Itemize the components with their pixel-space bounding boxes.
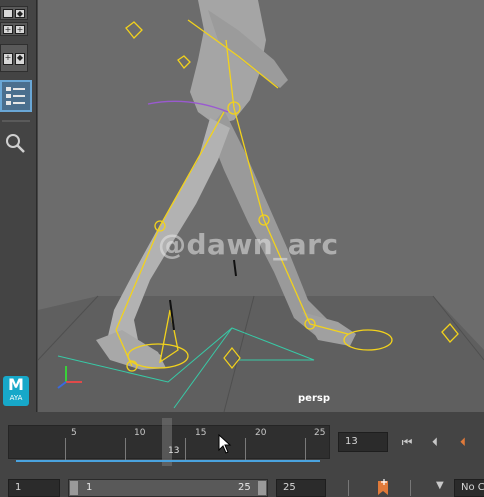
search-icon[interactable] [4, 132, 28, 156]
range-end-label: 25 [238, 482, 251, 493]
timeline-tick-label: 10 [134, 428, 146, 438]
mouse-cursor-icon [218, 434, 232, 454]
maya-logo-subtext: AYA [9, 394, 23, 402]
step-back-frame-button[interactable]: ⏴ [454, 433, 472, 451]
toolbox: ◆ + + + ◆ M AYA [0, 0, 37, 412]
plus-cell-icon: + [3, 53, 13, 65]
timeline-tick-label: 20 [255, 428, 267, 438]
timeline-tick [185, 438, 186, 460]
timeline-tick [125, 438, 126, 460]
plus-cell-icon: + [3, 25, 13, 34]
chevron-down-icon[interactable]: ▼ [436, 480, 444, 491]
range-start-handle[interactable] [70, 481, 78, 495]
toolbox-divider [2, 120, 30, 122]
go-to-start-button[interactable]: ⏮ [398, 433, 416, 451]
plus-cell-icon: + [15, 25, 25, 34]
maya-logo-letter: M [8, 375, 24, 394]
range-end-handle[interactable] [258, 481, 266, 495]
range-start-label: 1 [86, 482, 93, 493]
scene-render [38, 0, 484, 412]
watermark: @dawn_arc [158, 228, 339, 261]
current-frame-field[interactable]: 13 [338, 432, 388, 452]
current-time-indicator[interactable] [162, 418, 172, 466]
current-frame-label: 13 [168, 446, 180, 456]
timeline-tick-label: 5 [71, 428, 77, 438]
timeline-tick [305, 438, 306, 460]
animation-start-field[interactable]: 1 [8, 479, 60, 497]
timeline-tick-label: 15 [195, 428, 207, 438]
range-divider [410, 480, 411, 496]
step-back-key-button[interactable]: ⏴ [426, 433, 444, 451]
black-ik-marker [233, 259, 237, 277]
timeline-tick [65, 438, 66, 460]
animation-end-field[interactable]: 25 [276, 479, 326, 497]
maya-logo: M AYA [3, 376, 29, 406]
two-pane-layout-button[interactable]: + ◆ [0, 44, 28, 72]
grid-cell-icon [3, 9, 13, 18]
key-marker-icon[interactable] [376, 479, 390, 497]
camera-label: persp [298, 393, 330, 404]
single-pane-layout-button[interactable]: ◆ [0, 6, 28, 20]
character-set-field[interactable]: No C [454, 479, 484, 497]
timeline-tick-label: 25 [314, 428, 326, 438]
outliner-icon [6, 87, 25, 105]
playback-range-indicator [16, 460, 320, 462]
four-pane-layout-button[interactable]: + + [0, 22, 28, 36]
3d-viewport[interactable]: @dawn_arc persp [38, 0, 484, 412]
diamond-cell-icon: ◆ [15, 9, 25, 18]
range-divider [348, 480, 349, 496]
diamond-cell-icon: ◆ [15, 53, 25, 65]
timeline-tick [245, 438, 246, 460]
ground-plane [38, 296, 484, 412]
outliner-layout-button[interactable] [0, 80, 32, 112]
